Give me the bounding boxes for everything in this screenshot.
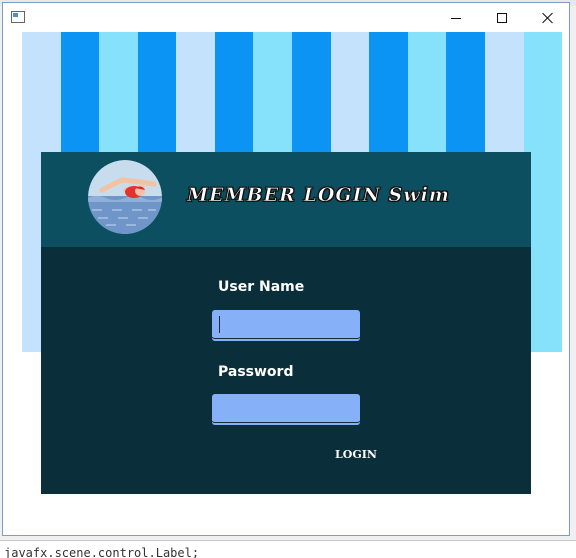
app-window-icon: [11, 11, 25, 23]
maximize-button[interactable]: [479, 3, 525, 33]
text-caret: [219, 316, 221, 333]
close-button[interactable]: [525, 3, 571, 33]
minimize-icon: [451, 17, 461, 19]
login-panel: MEMBER LOGIN Swim User Name Password LOG…: [41, 152, 531, 494]
login-button[interactable]: LOGIN: [331, 444, 381, 464]
maximize-icon: [497, 13, 507, 23]
username-field[interactable]: [212, 310, 360, 341]
close-icon: [542, 12, 554, 24]
swimmer-icon: [88, 160, 162, 234]
page-title: MEMBER LOGIN Swim: [187, 184, 450, 207]
password-label: Password: [218, 364, 294, 380]
password-field[interactable]: [212, 394, 360, 425]
login-header: MEMBER LOGIN Swim: [41, 152, 531, 247]
background-ide-code-line: javafx.scene.control.Label;: [0, 540, 576, 558]
title-bar: [3, 3, 569, 33]
minimize-button[interactable]: [433, 3, 479, 33]
username-label: User Name: [218, 279, 305, 295]
